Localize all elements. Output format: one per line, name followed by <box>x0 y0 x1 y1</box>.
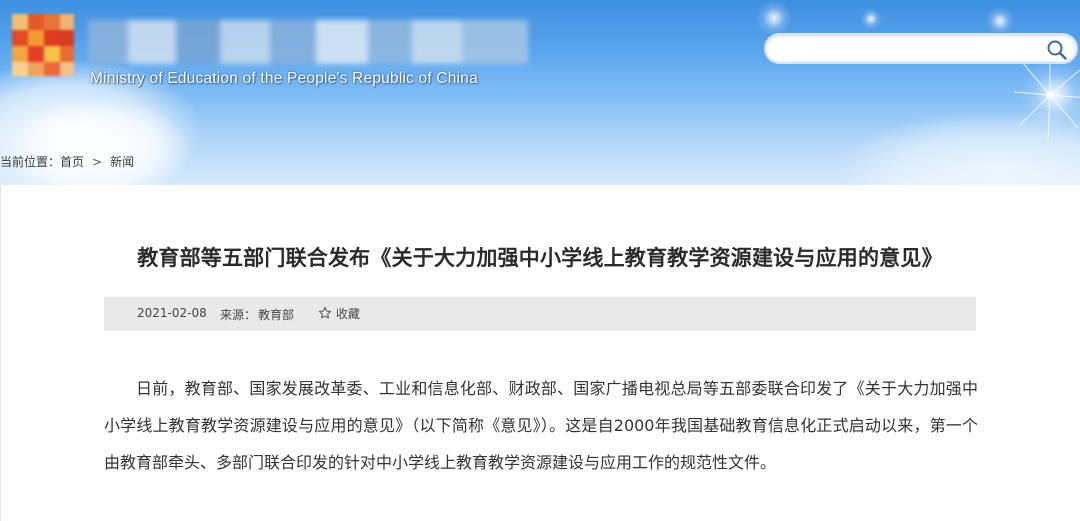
ministry-name-cn-blurred <box>88 20 528 64</box>
breadcrumb: 当前位置：首页 > 新闻 <box>0 153 134 170</box>
breadcrumb-label: 当前位置： <box>0 155 61 169</box>
light-flare <box>756 0 792 36</box>
light-flare <box>985 6 1015 36</box>
breadcrumb-home-link[interactable]: 首页 <box>60 155 84 169</box>
search-input[interactable] <box>776 39 1050 61</box>
favorite-button[interactable]: 收藏 <box>318 305 360 322</box>
search-box[interactable] <box>764 33 1078 64</box>
source-value: 教育部 <box>258 308 295 322</box>
star-icon <box>318 306 332 319</box>
article-meta-bar: 2021-02-08 来源： 教育部 收藏 <box>104 297 976 331</box>
site-header: Ministry of Education of the People's Re… <box>0 0 1080 185</box>
publish-date: 2021-02-08 <box>137 306 207 320</box>
breadcrumb-news-link[interactable]: 新闻 <box>110 155 134 169</box>
favorite-label: 收藏 <box>335 307 360 321</box>
search-icon[interactable] <box>1046 39 1068 61</box>
content-border <box>0 185 1 521</box>
breadcrumb-separator: > <box>92 154 103 169</box>
dandelion-decoration <box>1013 55 1080 141</box>
article-paragraph: 日前，教育部、国家发展改革委、工业和信息化部、财政部、国家广播电视总局等五部委联… <box>104 379 978 472</box>
ministry-name-en: Ministry of Education of the People's Re… <box>90 70 478 87</box>
article-title: 教育部等五部门联合发布《关于大力加强中小学线上教育教学资源建设与应用的意见》 <box>137 246 943 270</box>
light-flare <box>860 8 882 30</box>
source-label: 来源： <box>220 308 257 322</box>
national-emblem-logo <box>12 14 74 76</box>
